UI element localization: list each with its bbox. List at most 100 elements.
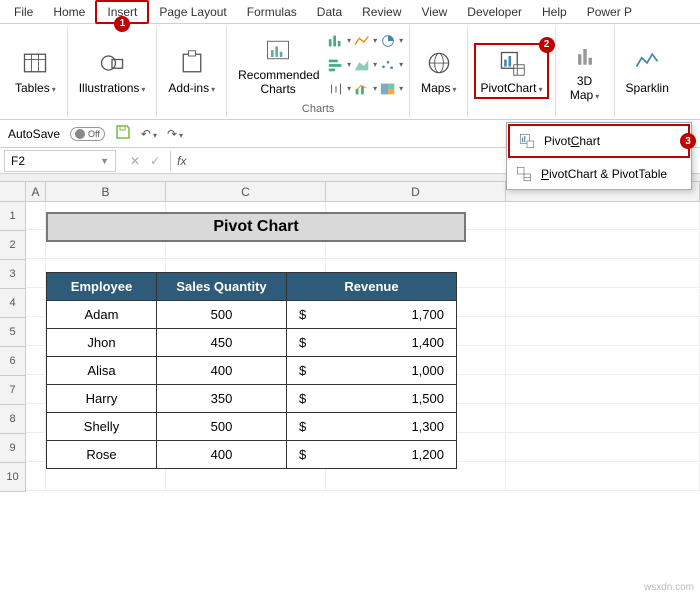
cancel-formula-button[interactable]: ✕ — [130, 154, 140, 168]
tables-button[interactable]: Tables — [10, 44, 61, 98]
cell-employee[interactable]: Rose — [47, 441, 157, 469]
pivotchart-button[interactable]: PivotChart 2 — [474, 43, 548, 99]
3dmap-icon — [569, 40, 601, 72]
row-header[interactable]: 8 — [0, 405, 26, 434]
tab-file[interactable]: File — [4, 2, 43, 22]
redo-button[interactable]: ↷ — [167, 127, 183, 141]
autosave-label: AutoSave — [8, 127, 60, 141]
table-row[interactable]: Rose400$1,200 — [47, 441, 457, 469]
column-chart-button[interactable] — [327, 30, 351, 52]
dropdown-item-pivotchart-table[interactable]: PivotChart & PivotTable — [507, 159, 691, 189]
table-row[interactable]: Shelly500$1,300 — [47, 413, 457, 441]
cell-revenue[interactable]: $1,000 — [287, 357, 457, 385]
tab-data[interactable]: Data — [307, 2, 352, 22]
cell-employee[interactable]: Alisa — [47, 357, 157, 385]
area-chart-button[interactable] — [353, 54, 377, 76]
addins-button[interactable]: Add-ins — [163, 44, 220, 98]
tab-insert[interactable]: Insert 1 — [95, 0, 149, 24]
row-header[interactable]: 5 — [0, 318, 26, 347]
ribbon-group-pivotchart: PivotChart 2 — [468, 26, 555, 117]
table-row[interactable]: Adam500$1,700 — [47, 301, 457, 329]
col-header-a[interactable]: A — [26, 182, 46, 201]
ribbon-group-addins: Add-ins — [157, 26, 227, 117]
illustrations-label: Illustrations — [79, 81, 146, 95]
ribbon-group-sparklines: Sparklin — [615, 26, 680, 117]
illustrations-button[interactable]: Illustrations — [74, 44, 151, 98]
cell-revenue[interactable]: $1,300 — [287, 413, 457, 441]
cell-revenue[interactable]: $1,700 — [287, 301, 457, 329]
table-row[interactable]: Alisa400$1,000 — [47, 357, 457, 385]
recommended-charts-button[interactable]: Recommended Charts — [233, 31, 323, 99]
data-region: Pivot Chart Employee Sales Quantity Reve… — [46, 212, 466, 469]
cell-qty[interactable]: 450 — [157, 329, 287, 357]
cell-employee[interactable]: Harry — [47, 385, 157, 413]
undo-button[interactable]: ↶ — [141, 127, 157, 141]
ribbon-group-illustrations: Illustrations — [68, 26, 158, 117]
combo-chart-button[interactable] — [353, 78, 377, 100]
cell-revenue[interactable]: $1,400 — [287, 329, 457, 357]
cell-employee[interactable]: Shelly — [47, 413, 157, 441]
row-header[interactable]: 9 — [0, 434, 26, 463]
name-box[interactable]: F2▼ — [4, 150, 116, 172]
cell-revenue[interactable]: $1,200 — [287, 441, 457, 469]
row-header[interactable]: 2 — [0, 231, 26, 260]
dropdown-pivotchart-label: PivotChart — [544, 134, 600, 148]
cell-qty[interactable]: 500 — [157, 413, 287, 441]
save-button[interactable] — [115, 124, 131, 143]
row-header[interactable]: 10 — [0, 463, 26, 492]
row-header[interactable]: 7 — [0, 376, 26, 405]
sparklines-label: Sparklin — [626, 81, 669, 95]
3dmap-button[interactable]: 3D Map — [562, 37, 608, 105]
scatter-chart-button[interactable] — [379, 54, 403, 76]
sparklines-button[interactable]: Sparklin — [621, 44, 674, 98]
tab-formulas[interactable]: Formulas — [237, 2, 307, 22]
pivotchart-label: PivotChart — [480, 81, 542, 95]
title-cell[interactable]: Pivot Chart — [46, 212, 466, 242]
cell-qty[interactable]: 500 — [157, 301, 287, 329]
header-rev[interactable]: Revenue — [287, 273, 457, 301]
tab-powerp[interactable]: Power P — [577, 2, 642, 22]
dropdown-item-pivotchart[interactable]: PivotChart 3 — [508, 124, 690, 158]
row-header[interactable]: 6 — [0, 347, 26, 376]
autosave-toggle-state: Off — [88, 129, 100, 139]
stock-chart-button[interactable] — [327, 78, 351, 100]
col-header-b[interactable]: B — [46, 182, 166, 201]
line-chart-button[interactable] — [353, 30, 377, 52]
table-row[interactable]: Harry350$1,500 — [47, 385, 457, 413]
table-row[interactable]: Jhon450$1,400 — [47, 329, 457, 357]
treemap-button[interactable] — [379, 78, 403, 100]
cell-revenue[interactable]: $1,500 — [287, 385, 457, 413]
bar-chart-button[interactable] — [327, 54, 351, 76]
cell-qty[interactable]: 400 — [157, 441, 287, 469]
tab-home[interactable]: Home — [43, 2, 95, 22]
addins-icon — [176, 47, 208, 79]
tab-review[interactable]: Review — [352, 2, 411, 22]
tab-pagelayout[interactable]: Page Layout — [149, 2, 236, 22]
step-badge-2: 2 — [539, 37, 555, 53]
recommended-charts-icon — [262, 34, 294, 66]
cell-employee[interactable]: Jhon — [47, 329, 157, 357]
tab-help[interactable]: Help — [532, 2, 577, 22]
select-all-corner[interactable] — [0, 182, 26, 201]
col-header-c[interactable]: C — [166, 182, 326, 201]
tab-view[interactable]: View — [412, 2, 458, 22]
pie-chart-button[interactable] — [379, 30, 403, 52]
maps-label: Maps — [421, 81, 456, 95]
cell-qty[interactable]: 350 — [157, 385, 287, 413]
worksheet-grid[interactable]: A B C D 12345678910 Pivot Chart Employee… — [0, 182, 700, 492]
maps-button[interactable]: Maps — [416, 44, 461, 98]
recommended-charts-label: Recommended Charts — [238, 68, 318, 96]
tab-developer[interactable]: Developer — [457, 2, 532, 22]
row-header[interactable]: 4 — [0, 289, 26, 318]
cell-employee[interactable]: Adam — [47, 301, 157, 329]
row-header[interactable]: 1 — [0, 202, 26, 231]
enter-formula-button[interactable]: ✓ — [150, 154, 160, 168]
header-employee[interactable]: Employee — [47, 273, 157, 301]
autosave-toggle[interactable]: Off — [70, 127, 105, 141]
cell-qty[interactable]: 400 — [157, 357, 287, 385]
row-header[interactable]: 3 — [0, 260, 26, 289]
ribbon-group-tours: 3D Map — [556, 26, 615, 117]
step-badge-1: 1 — [114, 16, 130, 32]
header-qty[interactable]: Sales Quantity — [157, 273, 287, 301]
col-header-d[interactable]: D — [326, 182, 506, 201]
